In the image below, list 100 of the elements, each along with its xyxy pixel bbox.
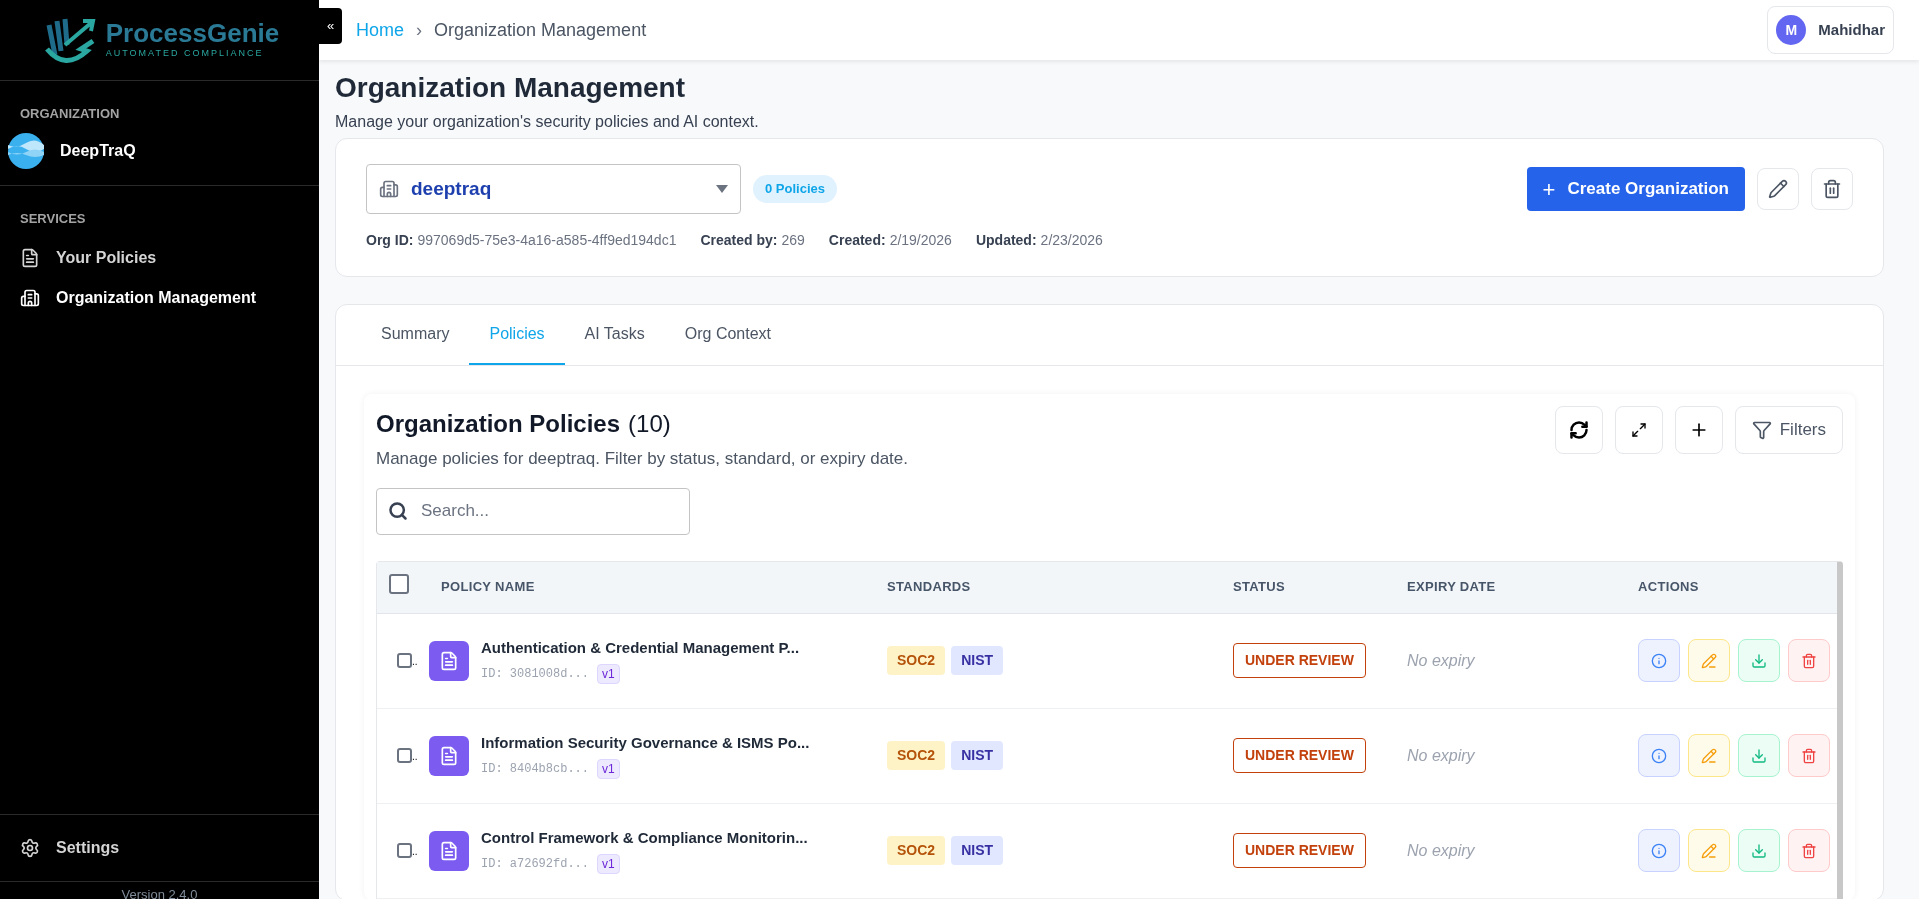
page-subtitle: Manage your organization's security policies and AI context.	[335, 112, 760, 132]
pencil-icon	[1701, 747, 1717, 764]
policy-id: ID: 3081008d...	[481, 665, 590, 683]
status-badge: UNDER REVIEW	[1233, 643, 1366, 678]
settings-icon	[20, 838, 40, 858]
policy-id: ID: a72692fd...	[481, 855, 590, 873]
standard-tag: NIST	[951, 646, 1003, 675]
document-icon	[429, 830, 469, 871]
download-button[interactable]	[1738, 734, 1780, 777]
meta-value: 2/23/2026	[1040, 231, 1103, 250]
search-field[interactable]: Search...	[376, 487, 690, 535]
checkbox-label: ..	[412, 751, 418, 763]
tab[interactable]: AI Tasks	[564, 305, 665, 365]
page-title: Organization Management	[335, 71, 687, 105]
checkbox[interactable]	[397, 748, 412, 763]
meta-value: 997069d5-75e3-4a16-a585-4ff9ed194dc1	[417, 231, 677, 250]
building-icon	[379, 179, 399, 199]
user-avatar: M	[1776, 15, 1807, 45]
version-badge: v1	[597, 853, 620, 874]
delete-button[interactable]	[1788, 829, 1830, 872]
trash-icon	[1801, 747, 1817, 764]
standard-tag: SOC2	[887, 741, 946, 770]
refresh-button[interactable]	[1554, 406, 1603, 454]
download-button[interactable]	[1738, 829, 1780, 872]
refresh-icon	[1568, 420, 1589, 440]
checkbox[interactable]	[397, 843, 412, 858]
version-badge: v1	[597, 663, 620, 684]
download-icon	[1751, 747, 1767, 764]
trash-icon	[1801, 842, 1817, 859]
organization-name: DeepTraQ	[60, 141, 136, 161]
organization-avatar-icon	[8, 133, 44, 169]
standard-tag: NIST	[951, 741, 1003, 770]
edit-button[interactable]	[1757, 168, 1799, 210]
add-button[interactable]	[1674, 406, 1723, 454]
checkbox-label: ..	[412, 846, 418, 858]
document-icon	[429, 735, 469, 776]
filter-icon	[1751, 420, 1772, 440]
trash-icon	[1801, 652, 1817, 669]
info-icon	[1651, 842, 1667, 859]
expiry-date: No expiry	[1407, 840, 1476, 861]
filters-button[interactable]: Filters	[1734, 406, 1843, 454]
download-button[interactable]	[1738, 639, 1780, 682]
column-header: EXPIRY DATE	[1407, 578, 1497, 597]
document-icon	[429, 640, 469, 681]
breadcrumb-separator: ›	[416, 18, 422, 42]
building-icon	[20, 288, 40, 308]
section-heading: ORGANIZATION	[20, 106, 120, 121]
delete-button[interactable]	[1788, 639, 1830, 682]
meta-value: 2/19/2026	[889, 231, 952, 250]
standard-tag: SOC2	[887, 646, 946, 675]
sidebar-item[interactable]: Organization Management	[0, 278, 319, 318]
policy-count: (10)	[628, 409, 671, 439]
download-icon	[1751, 842, 1767, 859]
plus-icon: +	[1542, 172, 1556, 206]
meta-value: 269	[781, 231, 805, 250]
info-button[interactable]	[1638, 639, 1680, 682]
meta-label: Org ID:	[366, 231, 414, 250]
user-menu[interactable]: M Mahidhar	[1767, 6, 1894, 54]
info-icon	[1651, 652, 1667, 669]
policy-name: Control Framework & Compliance Monitorin...	[481, 828, 808, 849]
fullscreen-button[interactable]	[1614, 406, 1663, 454]
expiry-date: No expiry	[1407, 650, 1476, 671]
column-header: POLICY NAME	[441, 578, 536, 597]
download-icon	[1751, 652, 1767, 669]
policy-count-badge: 0 Policies	[753, 175, 837, 203]
dropdown-caret-icon	[716, 185, 728, 193]
checkbox[interactable]	[389, 574, 409, 595]
info-button[interactable]	[1638, 734, 1680, 777]
delete-button[interactable]	[1788, 734, 1830, 777]
info-icon	[1651, 747, 1667, 764]
column-header: ACTIONS	[1638, 578, 1700, 597]
policy-id: ID: 8404b8cb...	[481, 760, 590, 778]
checkbox[interactable]	[397, 653, 412, 668]
status-badge: UNDER REVIEW	[1233, 833, 1366, 868]
search-icon	[388, 500, 408, 521]
organization-select[interactable]: deeptraq	[366, 164, 741, 214]
logo-name: ProcessGenie	[105, 19, 280, 48]
section-title: Organization Policies	[376, 409, 621, 439]
policy-name: Information Security Governance & ISMS Po...	[481, 733, 810, 754]
section-heading: SERVICES	[20, 211, 86, 226]
create-organization-button[interactable]: + Create Organization	[1526, 167, 1745, 211]
meta-label: Created by:	[700, 231, 778, 250]
status-badge: UNDER REVIEW	[1233, 738, 1366, 773]
pencil-icon	[1701, 652, 1717, 669]
document-icon	[20, 248, 40, 268]
tab[interactable]: Summary	[361, 305, 470, 365]
section-description: Manage policies for deeptraq. Filter by status, standard, or expiry date.	[376, 448, 908, 470]
pencil-icon	[1701, 842, 1717, 859]
collapse-button[interactable]: «	[319, 8, 342, 44]
meta-label: Created:	[828, 231, 886, 250]
version-badge: v1	[597, 758, 620, 779]
settings-link[interactable]: Settings	[0, 814, 319, 882]
info-button[interactable]	[1638, 829, 1680, 872]
delete-button[interactable]	[1811, 168, 1853, 210]
sidebar-item[interactable]: Your Policies	[0, 238, 319, 278]
standard-tag: NIST	[951, 836, 1003, 865]
breadcrumb-current: Organization Management	[434, 18, 647, 42]
pencil-icon	[1768, 179, 1788, 199]
logo-tagline: AUTOMATED COMPLIANCE	[105, 47, 265, 61]
tab[interactable]: Org Context	[664, 305, 792, 365]
